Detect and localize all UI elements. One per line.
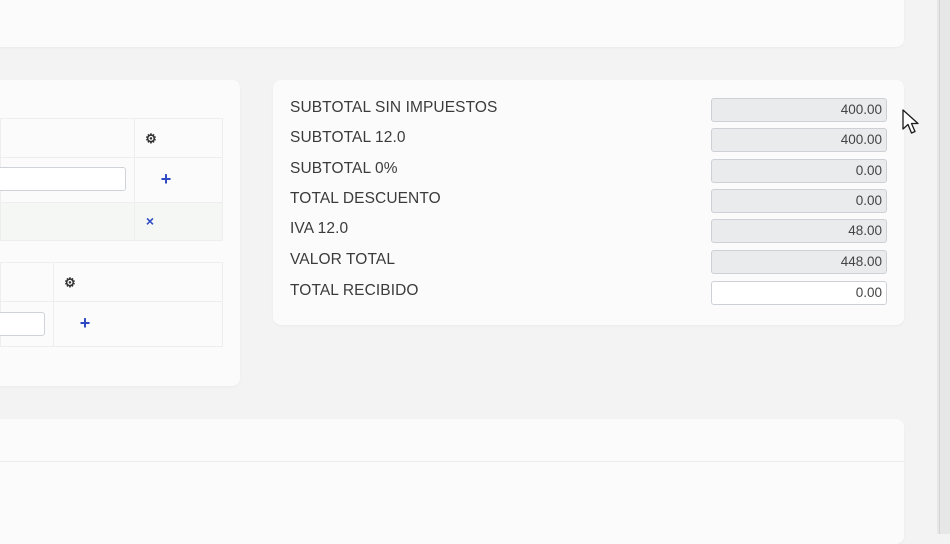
table2-add-cell: + xyxy=(53,301,223,347)
top-card xyxy=(0,0,904,47)
totals-row-label: TOTAL RECIBIDO xyxy=(290,282,419,299)
gears-icon[interactable]: ⚙ xyxy=(141,131,161,146)
plus-icon[interactable]: + xyxy=(75,314,95,332)
totals-row-label: SUBTOTAL 0% xyxy=(290,160,398,177)
table1-remove-cell: × xyxy=(134,202,223,241)
totals-row-value: 400.00 xyxy=(711,98,887,122)
mouse-pointer-icon xyxy=(902,109,919,134)
table1-add-cell: + xyxy=(134,157,223,203)
divider xyxy=(0,461,904,462)
gears-icon[interactable]: ⚙ xyxy=(60,275,80,290)
table1-header-cell xyxy=(0,118,135,158)
table2-header-cell xyxy=(0,262,54,302)
totals-row-value: 400.00 xyxy=(711,128,887,152)
scrollbar[interactable] xyxy=(937,0,950,534)
table1-new-item-input[interactable] xyxy=(0,167,126,191)
scrollbar-edge xyxy=(939,0,940,534)
totals-row-label: SUBTOTAL SIN IMPUESTOS xyxy=(290,99,498,116)
plus-icon[interactable]: + xyxy=(156,170,176,188)
totals-row-label: SUBTOTAL 12.0 xyxy=(290,129,406,146)
totals-row-value: 0.00 xyxy=(711,159,887,183)
table2-new-item-input[interactable] xyxy=(0,312,45,336)
bottom-card xyxy=(0,419,904,544)
totals-row-value: 448.00 xyxy=(711,250,887,274)
table2-input-row-cell xyxy=(0,301,54,347)
totals-row-label: VALOR TOTAL xyxy=(290,251,396,268)
totals-row-value: 48.00 xyxy=(711,219,887,243)
table2-header-settings-cell: ⚙ xyxy=(53,262,223,302)
totals-row-value: 0.00 xyxy=(711,189,887,213)
table1-item-row-cell xyxy=(0,202,135,241)
table1-input-row-cell xyxy=(0,157,135,203)
table1-header-settings-cell: ⚙ xyxy=(134,118,223,158)
times-icon[interactable]: × xyxy=(140,214,160,229)
totals-row-label: IVA 12.0 xyxy=(290,220,349,237)
total-recibido-input[interactable]: 0.00 xyxy=(711,281,887,305)
totals-row-label: TOTAL DESCUENTO xyxy=(290,190,441,207)
